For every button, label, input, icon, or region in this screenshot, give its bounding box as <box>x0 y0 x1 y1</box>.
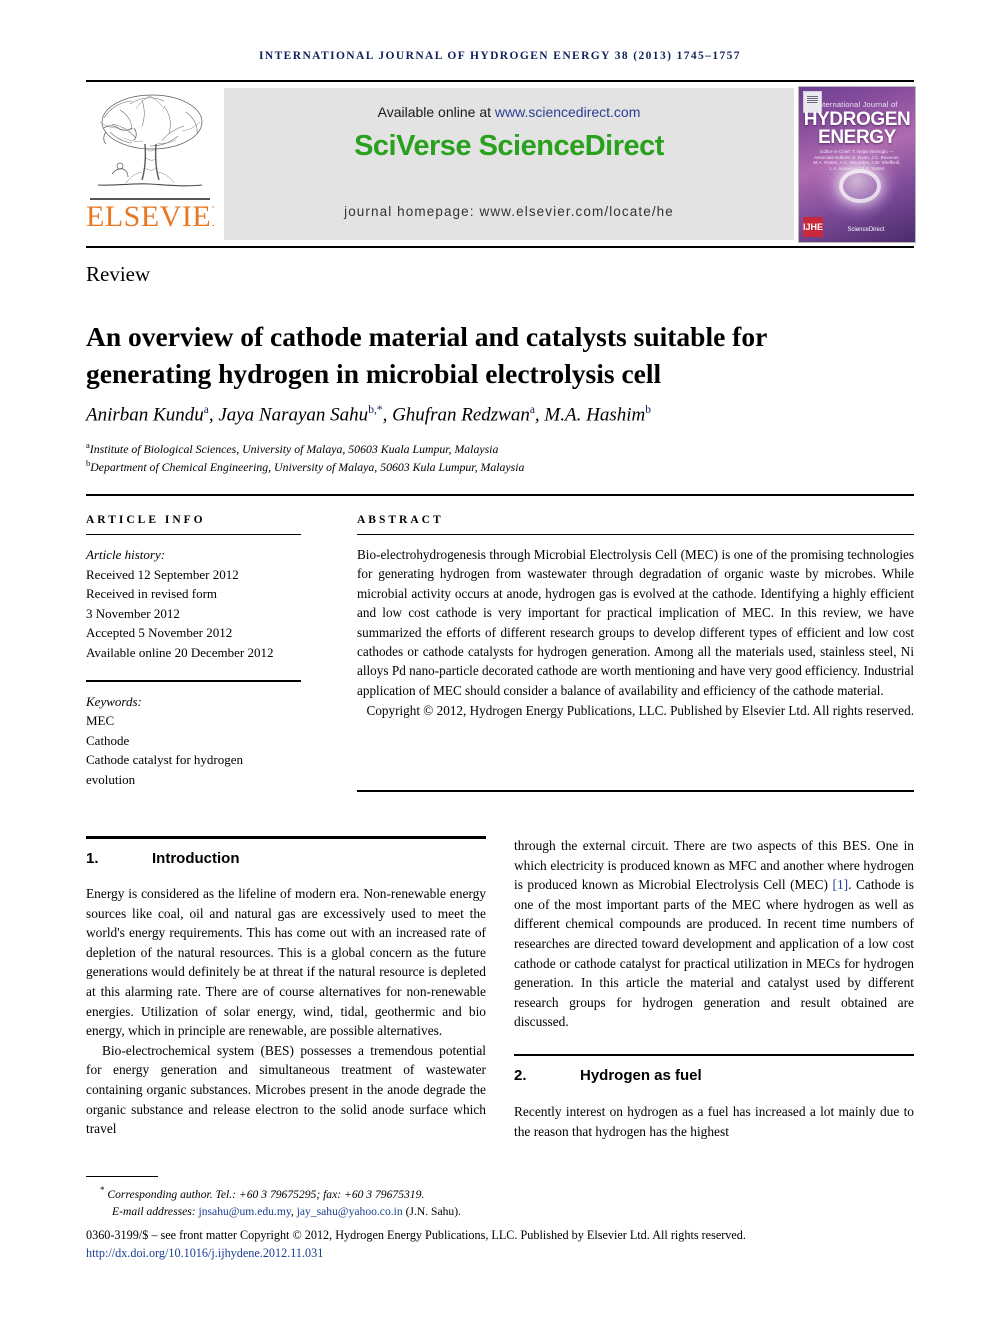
section-2-wrapper: 2. Hydrogen as fuel Recently interest on… <box>514 1053 914 1141</box>
journal-article-page: INTERNATIONAL JOURNAL OF HYDROGEN ENERGY… <box>0 0 992 1323</box>
sciverse-sciencedirect-logo: SciVerse ScienceDirect <box>224 130 794 163</box>
article-history-label: Article history: <box>86 547 166 562</box>
history-item: Received 12 September 2012 <box>86 566 239 582</box>
section-rule-intro <box>86 836 486 839</box>
intro-paragraph-1: Energy is considered as the lifeline of … <box>86 886 486 1039</box>
journal-cover-thumbnail: International Journal of HYDROGEN ENERGY… <box>798 86 916 243</box>
article-type-label: Review <box>86 262 151 286</box>
email-link-2[interactable]: jay_sahu@yahoo.co.in <box>297 1205 403 1218</box>
abstract-column: ABSTRACT Bio-electrohydrogenesis through… <box>357 514 914 721</box>
corresponding-author-text: Corresponding author. Tel.: +60 3 796752… <box>107 1187 425 1201</box>
cover-ring-decoration <box>839 169 881 203</box>
section-title-2: Hydrogen as fuel <box>580 1067 702 1085</box>
cover-title-energy: ENERGY <box>818 127 896 148</box>
masthead: ELSEVIER Available online at www.science… <box>86 86 916 243</box>
email-suffix: (J.N. Sahu). <box>402 1204 461 1218</box>
abstract-rule <box>357 534 914 535</box>
affiliation-a-text: Institute of Biological Sciences, Univer… <box>89 441 499 456</box>
abstract-heading: ABSTRACT <box>357 514 444 526</box>
affiliation-a: aInstitute of Biological Sciences, Unive… <box>86 440 886 457</box>
history-item: 3 November 2012 <box>86 605 180 621</box>
elsevier-tree-icon <box>97 94 203 187</box>
section-rule-hydrogen-fuel <box>514 1053 914 1057</box>
section-title-1: Introduction <box>152 849 240 867</box>
intro-paragraph-continuation: through the external circuit. There are … <box>514 836 914 1032</box>
doi-link[interactable]: http://dx.doi.org/10.1016/j.ijhydene.201… <box>86 1244 914 1262</box>
keyword-item: MEC <box>86 713 115 728</box>
available-online-line: Available online at www.sciencedirect.co… <box>224 104 794 120</box>
section-number-1: 1. <box>86 849 99 867</box>
footnote-block: * Corresponding author. Tel.: +60 3 7967… <box>86 1176 914 1262</box>
corresponding-author-note: * Corresponding author. Tel.: +60 3 7967… <box>86 1182 914 1203</box>
elsevier-logo: ELSEVIER <box>86 88 214 240</box>
article-info-rule <box>86 534 301 535</box>
body-column-left: 1. Introduction Energy is considered as … <box>86 836 486 1139</box>
history-item: Received in revised form <box>86 586 218 601</box>
cover-journal-prefix: International Journal of <box>816 100 898 109</box>
author-list: Anirban Kundua, Jaya Narayan Sahub,*, Gh… <box>86 404 651 426</box>
issn-copyright-line: 0360-3199/$ – see front matter Copyright… <box>86 1227 746 1242</box>
running-head: INTERNATIONAL JOURNAL OF HYDROGEN ENERGY… <box>259 50 741 62</box>
keyword-item: Cathode catalyst for hydrogen <box>86 752 244 767</box>
available-online-text: Available online at <box>377 104 495 120</box>
sciverse-word: SciVerse <box>354 130 479 162</box>
intro-cont-post: . Cathode is one of the most important p… <box>514 877 914 1030</box>
cover-ijhe-badge: IJHE <box>803 217 823 237</box>
journal-homepage-line[interactable]: journal homepage: www.elsevier.com/locat… <box>224 204 794 219</box>
history-item: Accepted 5 November 2012 <box>86 625 233 640</box>
elsevier-wordmark: ELSEVIER <box>86 200 214 233</box>
article-info-heading: ARTICLE INFO <box>86 514 206 526</box>
affiliation-b: bDepartment of Chemical Engineering, Uni… <box>86 458 886 475</box>
asterisk-icon: * <box>100 1185 105 1195</box>
keywords-label: Keywords: <box>86 693 142 709</box>
info-section-top-rule <box>86 494 914 496</box>
email-label: E-mail addresses: <box>112 1204 196 1218</box>
cover-sciencedirect-label: ScienceDirect <box>847 227 885 233</box>
section-heading-introduction: 1. Introduction <box>86 849 486 869</box>
sciencedirect-url-link[interactable]: www.sciencedirect.com <box>495 104 641 120</box>
sciencedirect-banner: Available online at www.sciencedirect.co… <box>224 88 794 240</box>
section-heading-hydrogen-as-fuel: 2. Hydrogen as fuel <box>514 1066 914 1086</box>
body-column-right: through the external circuit. There are … <box>514 836 914 1141</box>
cover-editors-text: Editor-in-Chief: T. Nejat Veziroglu — As… <box>813 149 901 171</box>
abstract-bottom-rule <box>357 790 914 792</box>
keyword-item: evolution <box>86 771 136 787</box>
abstract-copyright: Copyright © 2012, Hydrogen Energy Public… <box>366 703 914 719</box>
history-item: Available online 20 December 2012 <box>86 644 274 660</box>
abstract-body: Bio-electrohydrogenesis through Microbia… <box>357 547 914 698</box>
section-number-2: 2. <box>514 1067 527 1085</box>
page-title: An overview of cathode material and cata… <box>86 321 767 390</box>
masthead-bottom-rule <box>86 246 914 248</box>
hydrogen-fuel-paragraph-1: Recently interest on hydrogen as a fuel … <box>514 1104 914 1139</box>
affiliation-b-text: Department of Chemical Engineering, Univ… <box>90 459 525 474</box>
email-addresses-note: E-mail addresses: jnsahu@um.edu.my, jay_… <box>86 1203 914 1220</box>
intro-paragraph-2: Bio-electrochemical system (BES) possess… <box>86 1042 486 1137</box>
keyword-item: Cathode <box>86 732 130 748</box>
keywords-rule <box>86 680 301 682</box>
sciencedirect-word: ScienceDirect <box>478 130 665 162</box>
article-info-column: ARTICLE INFO Article history: Received 1… <box>86 514 301 789</box>
footnote-separator-rule <box>86 1176 158 1177</box>
article-history-block: Article history: Received 12 September 2… <box>86 545 301 662</box>
email-link-1[interactable]: jnsahu@um.edu.my <box>199 1205 291 1218</box>
keywords-block: Keywords: MEC Cathode Cathode catalyst f… <box>86 692 301 790</box>
masthead-top-rule <box>86 80 914 82</box>
citation-link-1[interactable]: [1] <box>833 877 849 892</box>
